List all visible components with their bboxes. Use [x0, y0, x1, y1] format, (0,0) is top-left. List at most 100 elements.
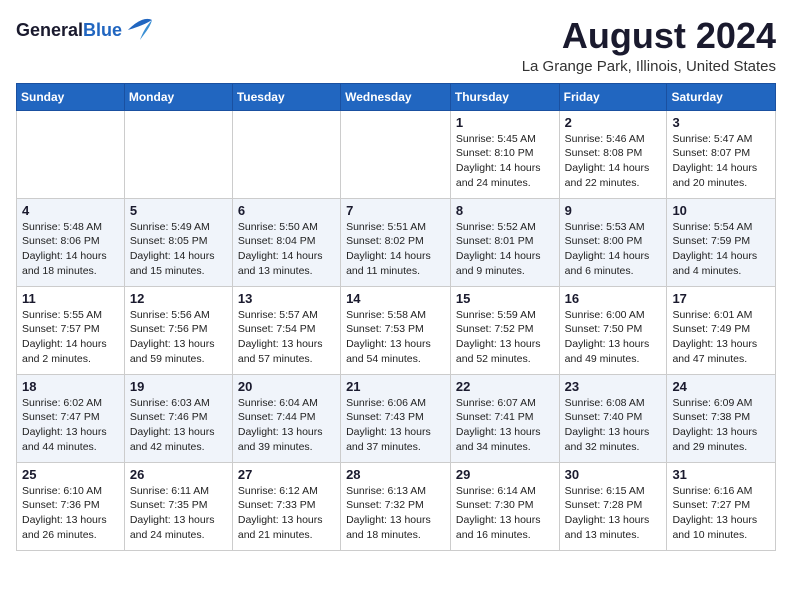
- header-thursday: Thursday: [450, 83, 559, 110]
- page-header: GeneralBlue August 2024 La Grange Park, …: [16, 16, 776, 75]
- day-info: Sunrise: 6:15 AM Sunset: 7:28 PM Dayligh…: [565, 484, 662, 543]
- week-row-1: 4 Sunrise: 5:48 AM Sunset: 8:06 PM Daylig…: [17, 198, 776, 286]
- day-number: 28: [346, 467, 445, 482]
- day-number: 14: [346, 291, 445, 306]
- day-info: Sunrise: 6:01 AM Sunset: 7:49 PM Dayligh…: [672, 308, 770, 367]
- day-info: Sunrise: 5:58 AM Sunset: 7:53 PM Dayligh…: [346, 308, 445, 367]
- calendar-cell: 31 Sunrise: 6:16 AM Sunset: 7:27 PM Dayli…: [667, 462, 776, 550]
- day-info: Sunrise: 6:07 AM Sunset: 7:41 PM Dayligh…: [456, 396, 554, 455]
- day-info: Sunrise: 5:48 AM Sunset: 8:06 PM Dayligh…: [22, 220, 119, 279]
- calendar-cell: 8 Sunrise: 5:52 AM Sunset: 8:01 PM Daylig…: [450, 198, 559, 286]
- day-info: Sunrise: 6:00 AM Sunset: 7:50 PM Dayligh…: [565, 308, 662, 367]
- calendar-cell: 30 Sunrise: 6:15 AM Sunset: 7:28 PM Dayli…: [559, 462, 667, 550]
- calendar-cell: 9Sunrise: 5:53 AM Sunset: 8:00 PM Daylig…: [559, 198, 667, 286]
- calendar-cell: 23 Sunrise: 6:08 AM Sunset: 7:40 PM Dayli…: [559, 374, 667, 462]
- header-sunday: Sunday: [17, 83, 125, 110]
- calendar-cell: [341, 110, 451, 198]
- day-number: 17: [672, 291, 770, 306]
- calendar-cell: 10 Sunrise: 5:54 AM Sunset: 7:59 PM Dayli…: [667, 198, 776, 286]
- calendar-cell: 11 Sunrise: 5:55 AM Sunset: 7:57 PM Dayli…: [17, 286, 125, 374]
- calendar-cell: 13 Sunrise: 5:57 AM Sunset: 7:54 PM Dayli…: [232, 286, 340, 374]
- day-info: Sunrise: 5:51 AM Sunset: 8:02 PM Dayligh…: [346, 220, 445, 279]
- day-info: Sunrise: 5:54 AM Sunset: 7:59 PM Dayligh…: [672, 220, 770, 279]
- day-info: Sunrise: 6:13 AM Sunset: 7:32 PM Dayligh…: [346, 484, 445, 543]
- day-number: 4: [22, 203, 119, 218]
- header-wednesday: Wednesday: [341, 83, 451, 110]
- calendar-cell: 24 Sunrise: 6:09 AM Sunset: 7:38 PM Dayli…: [667, 374, 776, 462]
- calendar-cell: 22 Sunrise: 6:07 AM Sunset: 7:41 PM Dayli…: [450, 374, 559, 462]
- day-info: Sunrise: 6:11 AM Sunset: 7:35 PM Dayligh…: [130, 484, 227, 543]
- day-number: 22: [456, 379, 554, 394]
- logo-blue: Blue: [83, 20, 122, 40]
- day-info: Sunrise: 6:12 AM Sunset: 7:33 PM Dayligh…: [238, 484, 335, 543]
- day-info: Sunrise: 6:09 AM Sunset: 7:38 PM Dayligh…: [672, 396, 770, 455]
- day-number: 24: [672, 379, 770, 394]
- calendar-cell: 6 Sunrise: 5:50 AM Sunset: 8:04 PM Daylig…: [232, 198, 340, 286]
- day-number: 16: [565, 291, 662, 306]
- day-number: 18: [22, 379, 119, 394]
- calendar-cell: 15Sunrise: 5:59 AM Sunset: 7:52 PM Dayli…: [450, 286, 559, 374]
- calendar-cell: 21 Sunrise: 6:06 AM Sunset: 7:43 PM Dayli…: [341, 374, 451, 462]
- day-info: Sunrise: 5:52 AM Sunset: 8:01 PM Dayligh…: [456, 220, 554, 279]
- day-info: Sunrise: 6:03 AM Sunset: 7:46 PM Dayligh…: [130, 396, 227, 455]
- day-number: 20: [238, 379, 335, 394]
- calendar-cell: 29 Sunrise: 6:14 AM Sunset: 7:30 PM Dayli…: [450, 462, 559, 550]
- header-saturday: Saturday: [667, 83, 776, 110]
- calendar-cell: 2Sunrise: 5:46 AM Sunset: 8:08 PM Daylig…: [559, 110, 667, 198]
- week-row-0: 1Sunrise: 5:45 AM Sunset: 8:10 PM Daylig…: [17, 110, 776, 198]
- day-number: 12: [130, 291, 227, 306]
- day-number: 27: [238, 467, 335, 482]
- day-number: 26: [130, 467, 227, 482]
- calendar-cell: 20 Sunrise: 6:04 AM Sunset: 7:44 PM Dayli…: [232, 374, 340, 462]
- calendar-cell: 18Sunrise: 6:02 AM Sunset: 7:47 PM Dayli…: [17, 374, 125, 462]
- calendar-cell: 5Sunrise: 5:49 AM Sunset: 8:05 PM Daylig…: [124, 198, 232, 286]
- header-tuesday: Tuesday: [232, 83, 340, 110]
- day-number: 10: [672, 203, 770, 218]
- calendar-cell: 17 Sunrise: 6:01 AM Sunset: 7:49 PM Dayli…: [667, 286, 776, 374]
- calendar-cell: 3 Sunrise: 5:47 AM Sunset: 8:07 PM Daylig…: [667, 110, 776, 198]
- day-info: Sunrise: 5:57 AM Sunset: 7:54 PM Dayligh…: [238, 308, 335, 367]
- day-number: 7: [346, 203, 445, 218]
- week-row-3: 18Sunrise: 6:02 AM Sunset: 7:47 PM Dayli…: [17, 374, 776, 462]
- day-number: 13: [238, 291, 335, 306]
- calendar-cell: 16 Sunrise: 6:00 AM Sunset: 7:50 PM Dayli…: [559, 286, 667, 374]
- day-number: 23: [565, 379, 662, 394]
- day-info: Sunrise: 5:47 AM Sunset: 8:07 PM Dayligh…: [672, 132, 770, 191]
- calendar-cell: 26 Sunrise: 6:11 AM Sunset: 7:35 PM Dayli…: [124, 462, 232, 550]
- calendar-table: SundayMondayTuesdayWednesdayThursdayFrid…: [16, 83, 776, 551]
- day-number: 21: [346, 379, 445, 394]
- header-friday: Friday: [559, 83, 667, 110]
- day-number: 11: [22, 291, 119, 306]
- calendar-cell: 12Sunrise: 5:56 AM Sunset: 7:56 PM Dayli…: [124, 286, 232, 374]
- day-info: Sunrise: 6:10 AM Sunset: 7:36 PM Dayligh…: [22, 484, 119, 543]
- day-number: 6: [238, 203, 335, 218]
- day-info: Sunrise: 5:55 AM Sunset: 7:57 PM Dayligh…: [22, 308, 119, 367]
- month-title: August 2024: [522, 16, 776, 56]
- day-info: Sunrise: 5:46 AM Sunset: 8:08 PM Dayligh…: [565, 132, 662, 191]
- day-number: 31: [672, 467, 770, 482]
- day-info: Sunrise: 5:59 AM Sunset: 7:52 PM Dayligh…: [456, 308, 554, 367]
- calendar-cell: 27 Sunrise: 6:12 AM Sunset: 7:33 PM Dayli…: [232, 462, 340, 550]
- calendar-cell: [17, 110, 125, 198]
- day-number: 29: [456, 467, 554, 482]
- calendar-cell: 19Sunrise: 6:03 AM Sunset: 7:46 PM Dayli…: [124, 374, 232, 462]
- header-row: SundayMondayTuesdayWednesdayThursdayFrid…: [17, 83, 776, 110]
- day-info: Sunrise: 6:16 AM Sunset: 7:27 PM Dayligh…: [672, 484, 770, 543]
- day-info: Sunrise: 6:04 AM Sunset: 7:44 PM Dayligh…: [238, 396, 335, 455]
- logo: GeneralBlue: [16, 16, 156, 44]
- day-info: Sunrise: 6:06 AM Sunset: 7:43 PM Dayligh…: [346, 396, 445, 455]
- day-number: 25: [22, 467, 119, 482]
- day-info: Sunrise: 5:50 AM Sunset: 8:04 PM Dayligh…: [238, 220, 335, 279]
- week-row-2: 11 Sunrise: 5:55 AM Sunset: 7:57 PM Dayli…: [17, 286, 776, 374]
- calendar-cell: 7 Sunrise: 5:51 AM Sunset: 8:02 PM Daylig…: [341, 198, 451, 286]
- day-info: Sunrise: 6:08 AM Sunset: 7:40 PM Dayligh…: [565, 396, 662, 455]
- day-number: 9: [565, 203, 662, 218]
- day-info: Sunrise: 6:14 AM Sunset: 7:30 PM Dayligh…: [456, 484, 554, 543]
- calendar-cell: [232, 110, 340, 198]
- day-number: 8: [456, 203, 554, 218]
- day-number: 3: [672, 115, 770, 130]
- day-number: 30: [565, 467, 662, 482]
- logo-general: General: [16, 20, 83, 40]
- calendar-cell: 14 Sunrise: 5:58 AM Sunset: 7:53 PM Dayli…: [341, 286, 451, 374]
- location: La Grange Park, Illinois, United States: [522, 58, 776, 75]
